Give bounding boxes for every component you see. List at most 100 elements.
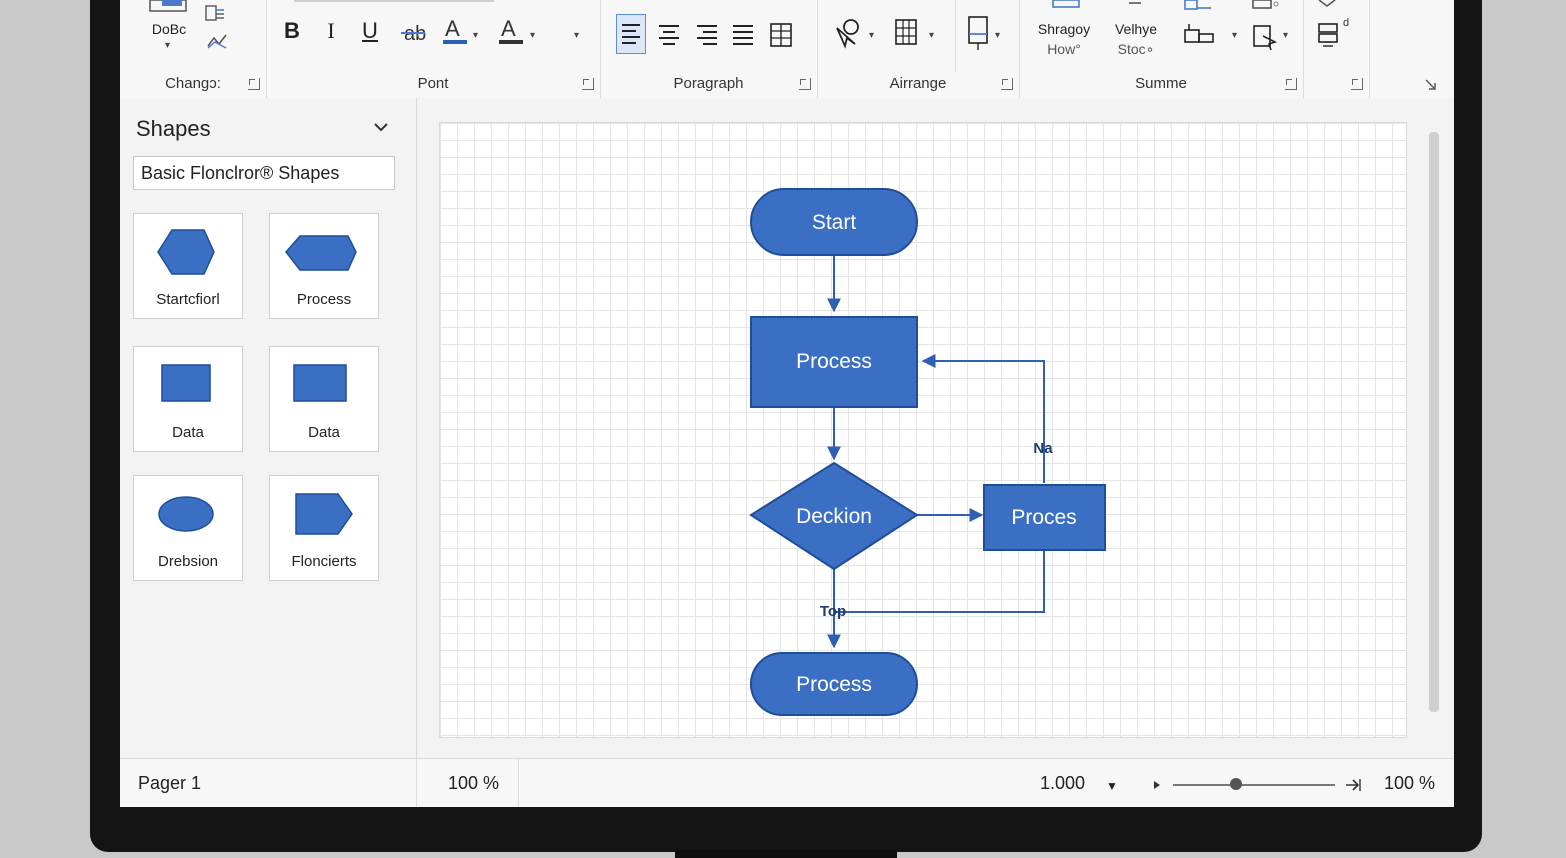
zoom-level-left: 100 % bbox=[448, 773, 500, 793]
container-icon[interactable] bbox=[1183, 0, 1215, 12]
end-label: Process bbox=[796, 673, 872, 696]
status-divider bbox=[518, 759, 519, 807]
edge-label-yes: Top bbox=[820, 603, 846, 620]
group-label-summe: Summe bbox=[1135, 75, 1187, 92]
rectangle-shape-icon bbox=[161, 364, 211, 402]
highlight-color-caret[interactable]: ▾ bbox=[473, 30, 478, 41]
ribbon-group-paragraph: Poragraph bbox=[600, 0, 818, 98]
stencil-tile-startcfiorl[interactable]: Startcfiorl bbox=[133, 213, 243, 319]
group-label-change: Changɔ: bbox=[165, 75, 221, 92]
group-label-paragraph: Poragraph bbox=[673, 75, 744, 92]
paragraph-dialog-launcher[interactable] bbox=[799, 78, 811, 90]
velhye-button-subtitle: Stoc∘ bbox=[1117, 41, 1155, 57]
font-more-caret[interactable]: ▾ bbox=[574, 30, 579, 41]
shragoy-icon bbox=[1052, 0, 1080, 8]
clipboard-icon[interactable] bbox=[148, 0, 190, 14]
change-shape-caret[interactable]: ▾ bbox=[1283, 30, 1288, 41]
chevron-down-icon[interactable] bbox=[372, 118, 390, 136]
change-dialog-launcher[interactable] bbox=[248, 78, 260, 90]
hexagon-shape-icon bbox=[157, 229, 215, 275]
ribbon-group-font: B I U ab A ▾ A ▾ ▾ Pont bbox=[266, 0, 601, 98]
dobc-dropdown-caret[interactable]: ▾ bbox=[165, 40, 170, 51]
stencil-tile-data-2[interactable]: Data bbox=[269, 346, 379, 452]
drawing-canvas-area: Start Process Deckion Proces Process Na … bbox=[417, 98, 1454, 758]
monitor-stand bbox=[675, 850, 897, 858]
callout-icon[interactable] bbox=[1251, 0, 1279, 12]
stencil-name-field[interactable]: Basic Flonclror® Shapes bbox=[133, 156, 395, 190]
scale-dropdown-caret[interactable]: ▼ bbox=[1106, 779, 1118, 793]
position-caret[interactable]: ▾ bbox=[929, 30, 934, 41]
flowchart-diagram: Start Process Deckion Proces Process Na … bbox=[749, 188, 1106, 716]
arrange-dialog-launcher[interactable] bbox=[1001, 78, 1013, 90]
group-label-font: Pont bbox=[417, 75, 449, 92]
columns-icon[interactable] bbox=[768, 18, 794, 52]
tile-label: Data bbox=[172, 424, 204, 441]
tile-label: Drebsion bbox=[157, 553, 219, 570]
find-icon[interactable] bbox=[1315, 0, 1339, 8]
page-size-caret[interactable]: ▾ bbox=[995, 30, 1000, 41]
ribbon-group-summe: Shragoy How° Velhye Stoc∘ ▾ ▾ Summe bbox=[1019, 0, 1304, 98]
stencil-tile-process[interactable]: Process bbox=[269, 213, 379, 319]
fit-to-window-icon[interactable] bbox=[1344, 777, 1362, 793]
app-window: DoBc ▾ Changɔ: B I U ab A ▾ A ▾ ▾ Pont P… bbox=[120, 0, 1454, 807]
justify-icon[interactable] bbox=[730, 18, 756, 52]
zoom-out-icon[interactable] bbox=[1152, 779, 1162, 791]
change-shape-icon[interactable] bbox=[1251, 22, 1281, 52]
pointer-tool-icon[interactable] bbox=[831, 16, 865, 50]
align-left-button[interactable] bbox=[616, 14, 646, 54]
ellipse-shape-icon bbox=[158, 496, 214, 532]
format-painter-icon[interactable] bbox=[204, 4, 228, 24]
underline-button[interactable]: U bbox=[358, 16, 382, 48]
tile-label: Floncierts bbox=[291, 553, 357, 570]
align-left-icon bbox=[622, 24, 640, 44]
zoom-level-right: 100 % bbox=[1384, 773, 1436, 793]
pentagon-arrow-shape-icon bbox=[295, 493, 353, 535]
italic-button[interactable]: I bbox=[320, 16, 342, 48]
velhye-icon bbox=[1129, 2, 1141, 4]
shapes-panel: Shapes Basic Flonclror® Shapes Startcfio… bbox=[120, 98, 417, 758]
vertical-scrollbar[interactable] bbox=[1429, 132, 1439, 712]
summe-dialog-launcher[interactable] bbox=[1285, 78, 1297, 90]
svg-text:A: A bbox=[501, 16, 516, 41]
font-name-box[interactable] bbox=[294, 0, 494, 2]
shapes-panel-title: Shapes bbox=[136, 116, 211, 141]
page-indicator[interactable]: Pager 1 bbox=[138, 773, 201, 794]
stencil-tile-data-1[interactable]: Data bbox=[133, 346, 243, 452]
highlight-color-icon[interactable]: A bbox=[442, 16, 468, 46]
arrange-divider bbox=[955, 0, 956, 72]
align-center-icon[interactable] bbox=[656, 18, 682, 52]
font-color-icon[interactable]: A bbox=[498, 16, 524, 46]
zoom-slider-thumb[interactable] bbox=[1230, 778, 1243, 790]
font-color-caret[interactable]: ▾ bbox=[530, 30, 535, 41]
process-1-label: Process bbox=[796, 350, 872, 373]
scale-value[interactable]: 1.000 bbox=[1040, 773, 1085, 794]
page-size-icon[interactable] bbox=[965, 14, 991, 52]
connector-layout-icon[interactable] bbox=[1183, 22, 1217, 48]
status-divider bbox=[416, 759, 417, 807]
align-right-icon[interactable] bbox=[694, 18, 720, 52]
zoom-slider-track[interactable] bbox=[1173, 784, 1335, 786]
chart-line-icon[interactable] bbox=[206, 32, 230, 50]
shragoy-button-subtitle: How° bbox=[1047, 41, 1081, 57]
collapse-ribbon-icon[interactable] bbox=[1424, 78, 1438, 92]
ribbon-group-arrange: ▾ ▾ ▾ Airrange bbox=[817, 0, 1020, 98]
drawing-page[interactable]: Start Process Deckion Proces Process Na … bbox=[439, 122, 1407, 738]
stencil-tile-drebsion[interactable]: Drebsion bbox=[133, 475, 243, 581]
position-grid-icon[interactable] bbox=[893, 16, 919, 48]
pointer-tool-caret[interactable]: ▾ bbox=[869, 30, 874, 41]
connector-proces-loop-back[interactable] bbox=[921, 354, 1045, 483]
process-2-label: Proces bbox=[1011, 506, 1076, 529]
edge-label-no: Na bbox=[1033, 440, 1053, 457]
ribbon-group-editing: d bbox=[1303, 0, 1370, 98]
stencil-tile-floncierts[interactable]: Floncierts bbox=[269, 475, 379, 581]
connector-layout-caret[interactable]: ▾ bbox=[1232, 30, 1237, 41]
tile-label: Data bbox=[308, 424, 340, 441]
rectangle-shape-icon bbox=[293, 364, 347, 402]
strikethrough-icon[interactable]: ab bbox=[400, 20, 426, 46]
layers-icon[interactable]: d bbox=[1315, 16, 1355, 50]
connector-proces-to-end[interactable] bbox=[834, 549, 1045, 613]
bold-button[interactable]: B bbox=[280, 16, 304, 48]
editing-dialog-launcher[interactable] bbox=[1351, 78, 1363, 90]
font-dialog-launcher[interactable] bbox=[582, 78, 594, 90]
decision-label: Deckion bbox=[796, 505, 872, 528]
